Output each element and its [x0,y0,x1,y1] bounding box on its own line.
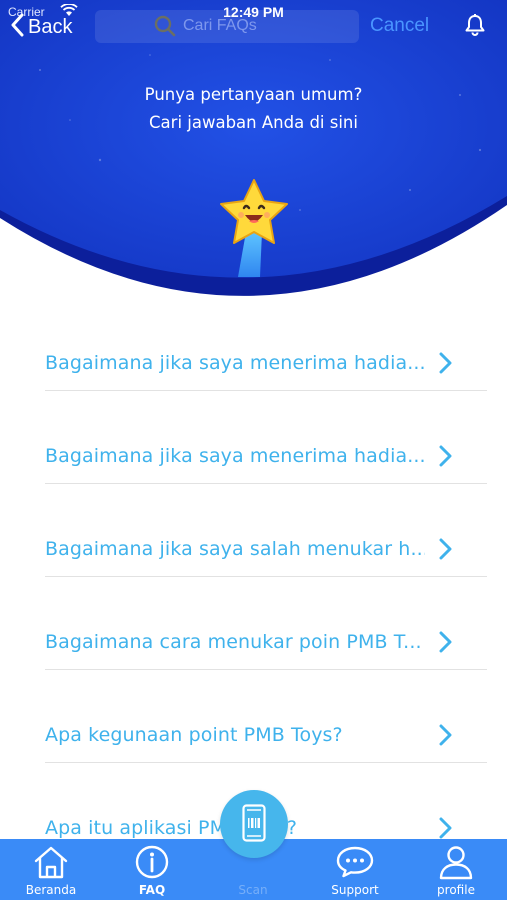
faq-question: Bagaimana jika saya menerima hadia... [45,445,425,467]
faq-question: Bagaimana cara menukar poin PMB T... [45,631,422,653]
chat-icon [336,846,374,878]
faq-search-input[interactable] [183,14,343,38]
list-divider [45,483,487,484]
tab-support[interactable]: Support [310,839,400,900]
faq-list-item[interactable]: Bagaimana jika saya salah menukar h... [0,504,507,597]
search-icon [153,14,177,43]
scan-button[interactable] [220,790,288,858]
tab-label: Scan [238,883,268,897]
tab-profile[interactable]: profile [411,839,501,900]
list-divider [45,576,487,577]
chevron-right-icon [436,631,456,658]
tab-label: Beranda [25,883,77,897]
chevron-right-icon [436,538,456,565]
faq-question: Bagaimana jika saya menerima hadia... [45,352,425,374]
chevron-right-icon [436,724,456,751]
faq-question: Bagaimana jika saya salah menukar h... [45,538,425,560]
chevron-right-icon [436,352,456,379]
person-icon [439,846,473,880]
list-divider [45,669,487,670]
hero-title-line1: Punya pertanyaan umum? [144,85,363,104]
notification-bell-icon[interactable] [462,12,488,43]
star-mascot-icon [212,178,296,283]
faq-hero-header: Carrier 12:49 PM Back Cancel [0,0,507,300]
faq-list-item[interactable]: Bagaimana cara menukar poin PMB T... [0,597,507,690]
cancel-button[interactable]: Cancel [370,15,429,37]
faq-search-box[interactable] [95,10,359,43]
tab-beranda[interactable]: Beranda [6,839,96,900]
faq-list-item[interactable]: Bagaimana jika saya menerima hadia... [0,318,507,411]
back-label: Back [28,15,73,38]
list-divider [45,390,487,391]
tab-label: FAQ [138,883,166,897]
tab-faq[interactable]: FAQ [107,839,197,900]
tab-label: Support [331,883,379,897]
home-icon [34,846,68,879]
faq-list-item[interactable]: Bagaimana jika saya menerima hadia... [0,411,507,504]
back-button[interactable]: Back [10,12,72,42]
hero-title: Punya pertanyaan umum? Cari jawaban Anda… [0,81,507,137]
faq-list-item[interactable]: Apa kegunaan point PMB Toys? [0,690,507,783]
chevron-right-icon [436,445,456,472]
info-icon [135,845,169,879]
scan-icon [242,804,266,842]
list-divider [45,762,487,763]
chevron-left-icon [10,13,24,42]
top-navigation: Back Cancel [0,10,507,44]
tab-label: profile [437,883,475,897]
hero-title-line2: Cari jawaban Anda di sini [149,113,358,132]
faq-question: Apa kegunaan point PMB Toys? [45,724,343,746]
